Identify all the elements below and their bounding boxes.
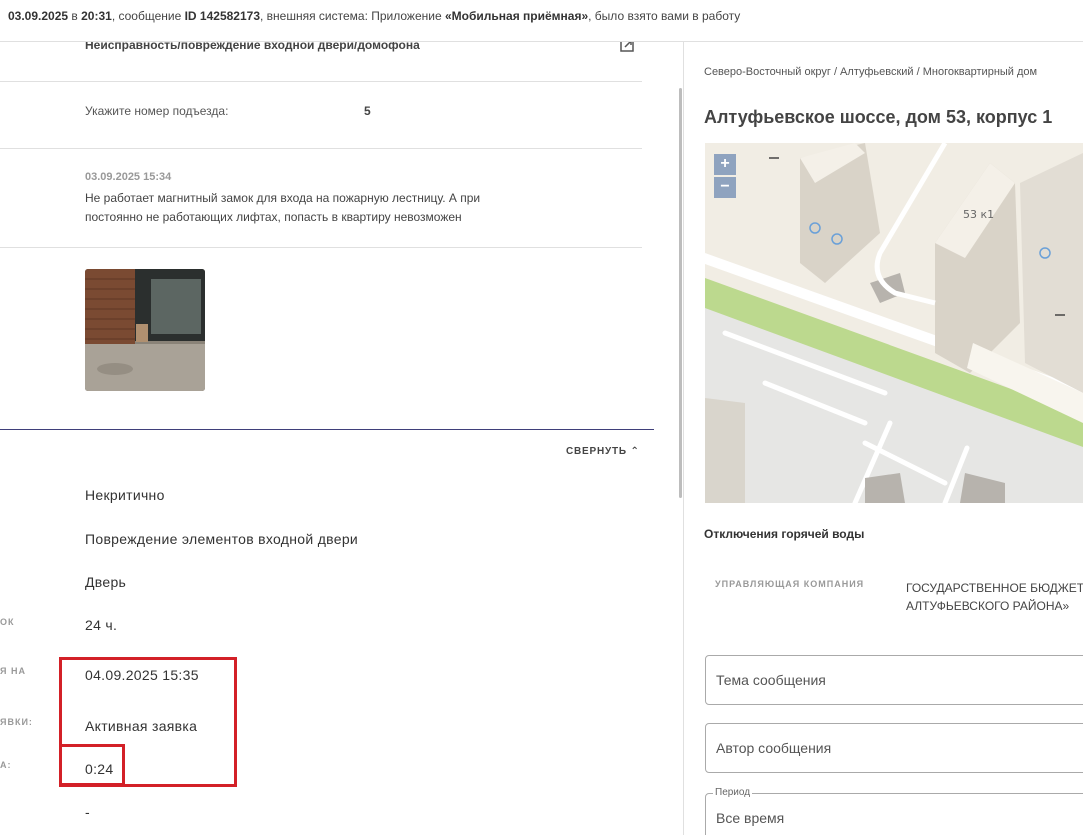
hot-water-outages-link[interactable]: Отключения горячей воды (704, 527, 864, 541)
management-company-value: ГОСУДАРСТВЕННОЕ БЮДЖЕТНОЕ АЛТУФЬЕВСКОГО … (906, 579, 1083, 615)
category-title: Неисправность/повреждение входной двери/… (85, 42, 420, 52)
door-photo-icon (85, 269, 205, 391)
notification-in: в (68, 9, 82, 23)
notification-bar: 03.09.2025 в 20:31, сообщение ID 1425821… (0, 0, 1083, 42)
topic-placeholder: Тема сообщения (716, 672, 826, 688)
category-row: Неисправность/повреждение входной двери/… (0, 42, 642, 82)
management-company-line1: ГОСУДАРСТВЕННОЕ БЮДЖЕТНОЕ (906, 581, 1083, 595)
address-panel: Северо-Восточный округ / Алтуфьевский / … (684, 42, 1083, 835)
entrance-label: Укажите номер подъезда: (85, 104, 229, 118)
author-placeholder: Автор сообщения (716, 740, 832, 756)
map[interactable]: 53 к1 + − (705, 143, 1083, 503)
period-select[interactable]: Все время (705, 793, 1083, 835)
comment-text: Не работает магнитный замок для входа на… (85, 191, 481, 224)
open-external-icon[interactable] (620, 42, 634, 52)
highlight-box-timer (59, 744, 125, 786)
request-details-panel: Неисправность/повреждение входной двери/… (0, 42, 684, 835)
empty-value-dash: - (85, 804, 90, 820)
defect-value: Повреждение элементов входной двери (85, 531, 359, 547)
map-building-label: 53 к1 (963, 208, 994, 221)
management-company-label: УПРАВЛЯЮЩАЯ КОМПАНИЯ (715, 579, 865, 589)
entrance-row: Укажите номер подъезда: 5 (0, 82, 642, 149)
breadcrumb: Северо-Восточный округ / Алтуфьевский / … (704, 66, 1038, 78)
timer-label-clipped: А: (0, 760, 12, 770)
topic-input[interactable]: Тема сообщения (705, 655, 1083, 705)
collapse-label: СВЕРНУТЬ (566, 446, 627, 457)
notification-system-name: «Мобильная приёмная» (444, 9, 589, 23)
attachment-photo[interactable] (85, 269, 205, 391)
section-divider (0, 429, 654, 430)
entrance-value: 5 (364, 104, 371, 118)
map-canvas: 53 к1 (705, 143, 1083, 503)
notification-msg-prefix: , сообщение (111, 9, 185, 23)
status-label-clipped: ЯВКИ: (0, 717, 33, 727)
notification-date: 03.09.2025 (8, 9, 69, 23)
management-company-line2: АЛТУФЬЕВСКОГО РАЙОНА» (906, 599, 1070, 613)
zoom-in-button[interactable]: + (714, 154, 736, 175)
scrollbar-thumb[interactable] (679, 88, 682, 498)
comment-date: 03.09.2025 15:34 (85, 171, 172, 183)
address-title: Алтуфьевское шоссе, дом 53, корпус 1 (704, 107, 1053, 127)
notification-system-prefix: , внешняя система: Приложение (260, 9, 445, 23)
criticality-value: Некритично (85, 487, 165, 503)
period-label: Период (713, 787, 753, 798)
chevron-up-icon: ⌃ (630, 446, 640, 457)
zoom-out-button[interactable]: − (714, 177, 736, 198)
comment-row: 03.09.2025 15:34 Не работает магнитный з… (0, 149, 642, 248)
period-value: Все время (716, 810, 785, 826)
notification-suffix: , было взято вами в работу (588, 9, 741, 23)
author-input[interactable]: Автор сообщения (705, 723, 1083, 773)
notification-msg-id: ID 142582173 (184, 9, 260, 23)
element-value: Дверь (85, 574, 127, 590)
due-date-label-clipped: Я НА (0, 666, 26, 676)
collapse-button[interactable]: СВЕРНУТЬ ⌃ (566, 446, 640, 457)
notification-time: 20:31 (81, 9, 112, 23)
term-value: 24 ч. (85, 617, 118, 633)
deadline-label-clipped: ОК (0, 617, 15, 627)
